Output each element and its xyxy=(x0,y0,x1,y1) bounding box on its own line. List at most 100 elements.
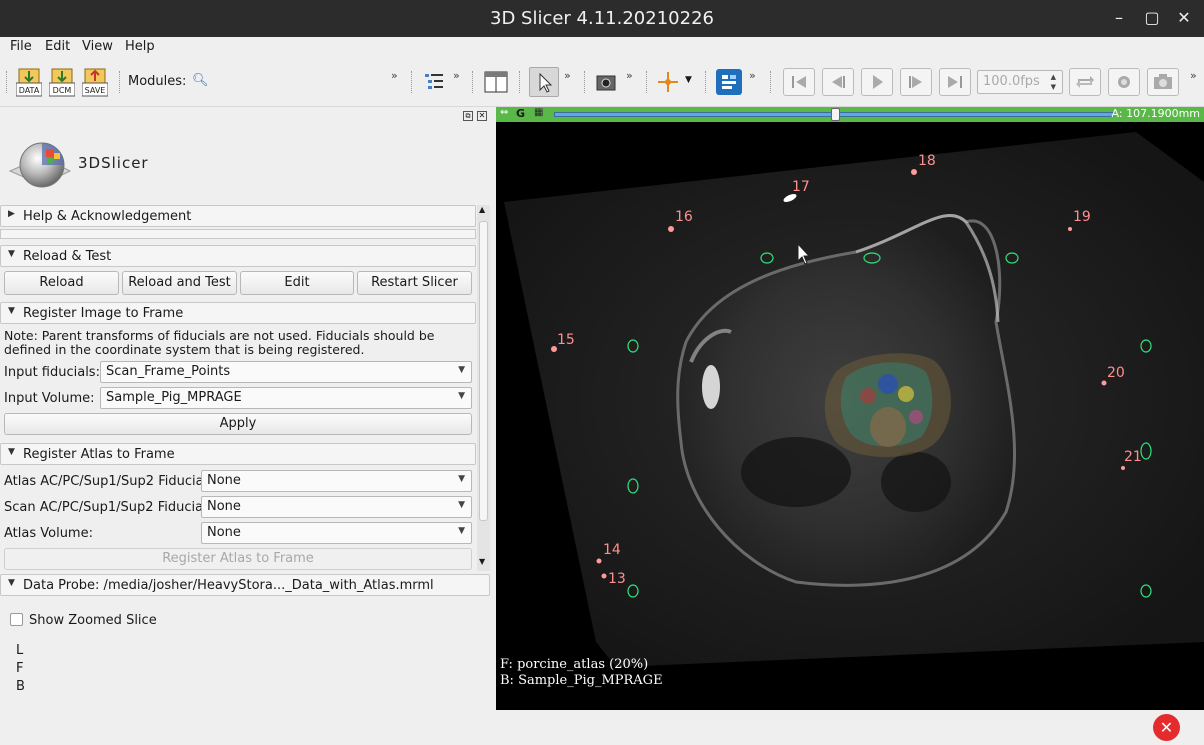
svg-text:DATA: DATA xyxy=(19,86,40,95)
loop-button[interactable] xyxy=(1069,68,1101,96)
section-register-atlas-to-frame[interactable]: ▼ Register Atlas to Frame xyxy=(0,443,476,465)
menu-view[interactable]: View xyxy=(82,39,113,54)
scrollbar-thumb[interactable] xyxy=(479,221,488,521)
atlas-volume-select[interactable]: None ▼ xyxy=(201,522,472,544)
probe-row-f: F xyxy=(16,661,24,676)
mouse-mode-select-icon[interactable] xyxy=(529,67,559,97)
svg-text:SAVE: SAVE xyxy=(85,86,106,95)
apply-button[interactable]: Apply xyxy=(4,413,472,435)
fiducial-label: 15 xyxy=(557,332,575,348)
snapshot-button[interactable] xyxy=(1147,68,1179,96)
save-icon: SAVE xyxy=(81,68,109,97)
close-panel-icon[interactable]: ✕ xyxy=(477,111,487,121)
scan-fiducials-label: Scan AC/PC/Sup1/Sup2 Fiducials xyxy=(4,500,214,515)
foreground-layer-label: F: porcine_atlas (20%) xyxy=(500,657,649,672)
close-window-icon[interactable]: ✕ xyxy=(1170,6,1198,30)
status-bar: ✕ xyxy=(0,710,1204,745)
layout-icon[interactable] xyxy=(483,69,509,95)
play-button[interactable] xyxy=(861,68,893,96)
toolbar-more-icon[interactable]: » xyxy=(1190,69,1197,82)
next-frame-button[interactable] xyxy=(900,68,932,96)
toolbar-more-icon[interactable]: » xyxy=(626,69,633,82)
section-data-probe[interactable]: ▼ Data Probe: /media/josher/HeavyStora..… xyxy=(0,574,490,596)
chevron-down-icon: ▼ xyxy=(458,526,465,536)
scroll-up-icon[interactable]: ▲ xyxy=(479,205,485,214)
fiducial-label: 14 xyxy=(603,542,621,558)
menu-help[interactable]: Help xyxy=(125,39,155,54)
edit-button[interactable]: Edit xyxy=(240,271,354,295)
link-icon[interactable]: ▦ xyxy=(534,107,543,118)
first-frame-button[interactable] xyxy=(783,68,815,96)
crosshair-dropdown-icon[interactable]: ▼ xyxy=(685,75,692,85)
scan-fiducials-select[interactable]: None ▼ xyxy=(201,496,472,518)
minimize-icon[interactable]: – xyxy=(1105,6,1133,30)
fiducial-label: 20 xyxy=(1107,365,1125,381)
reload-and-test-button[interactable]: Reload and Test xyxy=(122,271,237,295)
expanded-arrow-icon: ▼ xyxy=(8,306,15,316)
module-panel: ⧉ ✕ 3DSlicer ▶ Help & Acknowledgement ▼ … xyxy=(0,107,494,710)
input-fiducials-select[interactable]: Scan_Frame_Points ▼ xyxy=(100,361,472,383)
chevron-down-icon: ▼ xyxy=(458,365,465,375)
menu-file[interactable]: File xyxy=(10,39,32,54)
slice-viewer[interactable]: ⇔ G ▦ A: 107.1900mm 13 14 15 16 17 18 19… xyxy=(496,107,1204,710)
toolbar-more-icon[interactable]: » xyxy=(391,69,398,82)
svg-text:DCM: DCM xyxy=(53,86,72,95)
toolbar-more-icon[interactable]: » xyxy=(453,69,460,82)
chevron-down-icon: ▼ xyxy=(458,391,465,401)
module-search-icon[interactable]: 🔍︎ xyxy=(192,73,209,88)
input-volume-select[interactable]: Sample_Pig_MPRAGE ▼ xyxy=(100,387,472,409)
scroll-down-icon[interactable]: ▼ xyxy=(479,557,485,566)
window-titlebar: 3D Slicer 4.11.20210226 – ▢ ✕ xyxy=(0,0,1204,37)
fiducial-label: 18 xyxy=(918,153,936,169)
register-note: Note: Parent transforms of fiducials are… xyxy=(4,328,435,357)
expanded-arrow-icon: ▼ xyxy=(8,249,15,259)
section-register-image-to-frame[interactable]: ▼ Register Image to Frame xyxy=(0,302,476,324)
menu-edit[interactable]: Edit xyxy=(45,39,70,54)
chevron-down-icon: ▼ xyxy=(458,500,465,510)
previous-frame-button[interactable] xyxy=(822,68,854,96)
section-reload-test[interactable]: ▼ Reload & Test xyxy=(0,245,476,267)
restart-slicer-button[interactable]: Restart Slicer xyxy=(357,271,472,295)
maximize-icon[interactable]: ▢ xyxy=(1138,6,1166,30)
module-scrollbar[interactable]: ▲ ▼ xyxy=(477,205,490,571)
fiducial-label: 17 xyxy=(792,179,810,195)
atlas-fiducials-select[interactable]: None ▼ xyxy=(201,470,472,492)
fiducial-label: 13 xyxy=(608,571,626,587)
slicer-logo-text: 3DSlicer xyxy=(78,154,149,172)
reload-button[interactable]: Reload xyxy=(4,271,119,295)
save-button[interactable]: SAVE xyxy=(81,67,109,97)
record-button[interactable] xyxy=(1108,68,1140,96)
register-atlas-button[interactable]: Register Atlas to Frame xyxy=(4,548,472,570)
section-help-acknowledgement[interactable]: ▶ Help & Acknowledgement xyxy=(0,205,476,227)
load-data-button[interactable]: DATA xyxy=(15,67,43,97)
atlas-volume-label: Atlas Volume: xyxy=(4,526,93,541)
pin-icon[interactable]: ⇔ xyxy=(500,107,508,118)
section-divider xyxy=(0,229,476,239)
last-frame-button[interactable] xyxy=(939,68,971,96)
chevron-down-icon: ▼ xyxy=(458,474,465,484)
extensions-icon[interactable] xyxy=(716,69,742,95)
window-title: 3D Slicer 4.11.20210226 xyxy=(490,8,714,29)
show-zoomed-checkbox[interactable] xyxy=(10,613,23,626)
data-tree-icon[interactable] xyxy=(423,71,445,93)
main-toolbar: DATA DCM SAVE Modules: 🔍︎ » » » » ▼ » 10… xyxy=(0,57,1204,107)
input-volume-label: Input Volume: xyxy=(4,391,95,406)
undock-icon[interactable]: ⧉ xyxy=(463,111,473,121)
slider-handle[interactable] xyxy=(831,108,840,121)
error-log-icon[interactable]: ✕ xyxy=(1153,714,1180,741)
load-dicom-button[interactable]: DCM xyxy=(48,67,76,97)
toolbar-more-icon[interactable]: » xyxy=(749,69,756,82)
crosshair-icon[interactable] xyxy=(656,70,680,94)
dcm-icon: DCM xyxy=(48,68,76,97)
data-icon: DATA xyxy=(15,68,43,97)
slice-view-letter: G xyxy=(516,107,526,120)
expanded-arrow-icon: ▼ xyxy=(8,447,15,457)
toolbar-more-icon[interactable]: » xyxy=(564,69,571,82)
probe-row-b: B xyxy=(16,679,25,694)
screenshot-capture-icon[interactable] xyxy=(595,71,617,93)
show-zoomed-label: Show Zoomed Slice xyxy=(29,613,157,628)
mri-slice-image xyxy=(496,122,1204,710)
fps-spinbox[interactable]: 100.0fps ▲ ▼ xyxy=(977,70,1063,94)
slicer-logo: 3DSlicer xyxy=(6,125,156,201)
expanded-arrow-icon: ▼ xyxy=(8,578,15,588)
